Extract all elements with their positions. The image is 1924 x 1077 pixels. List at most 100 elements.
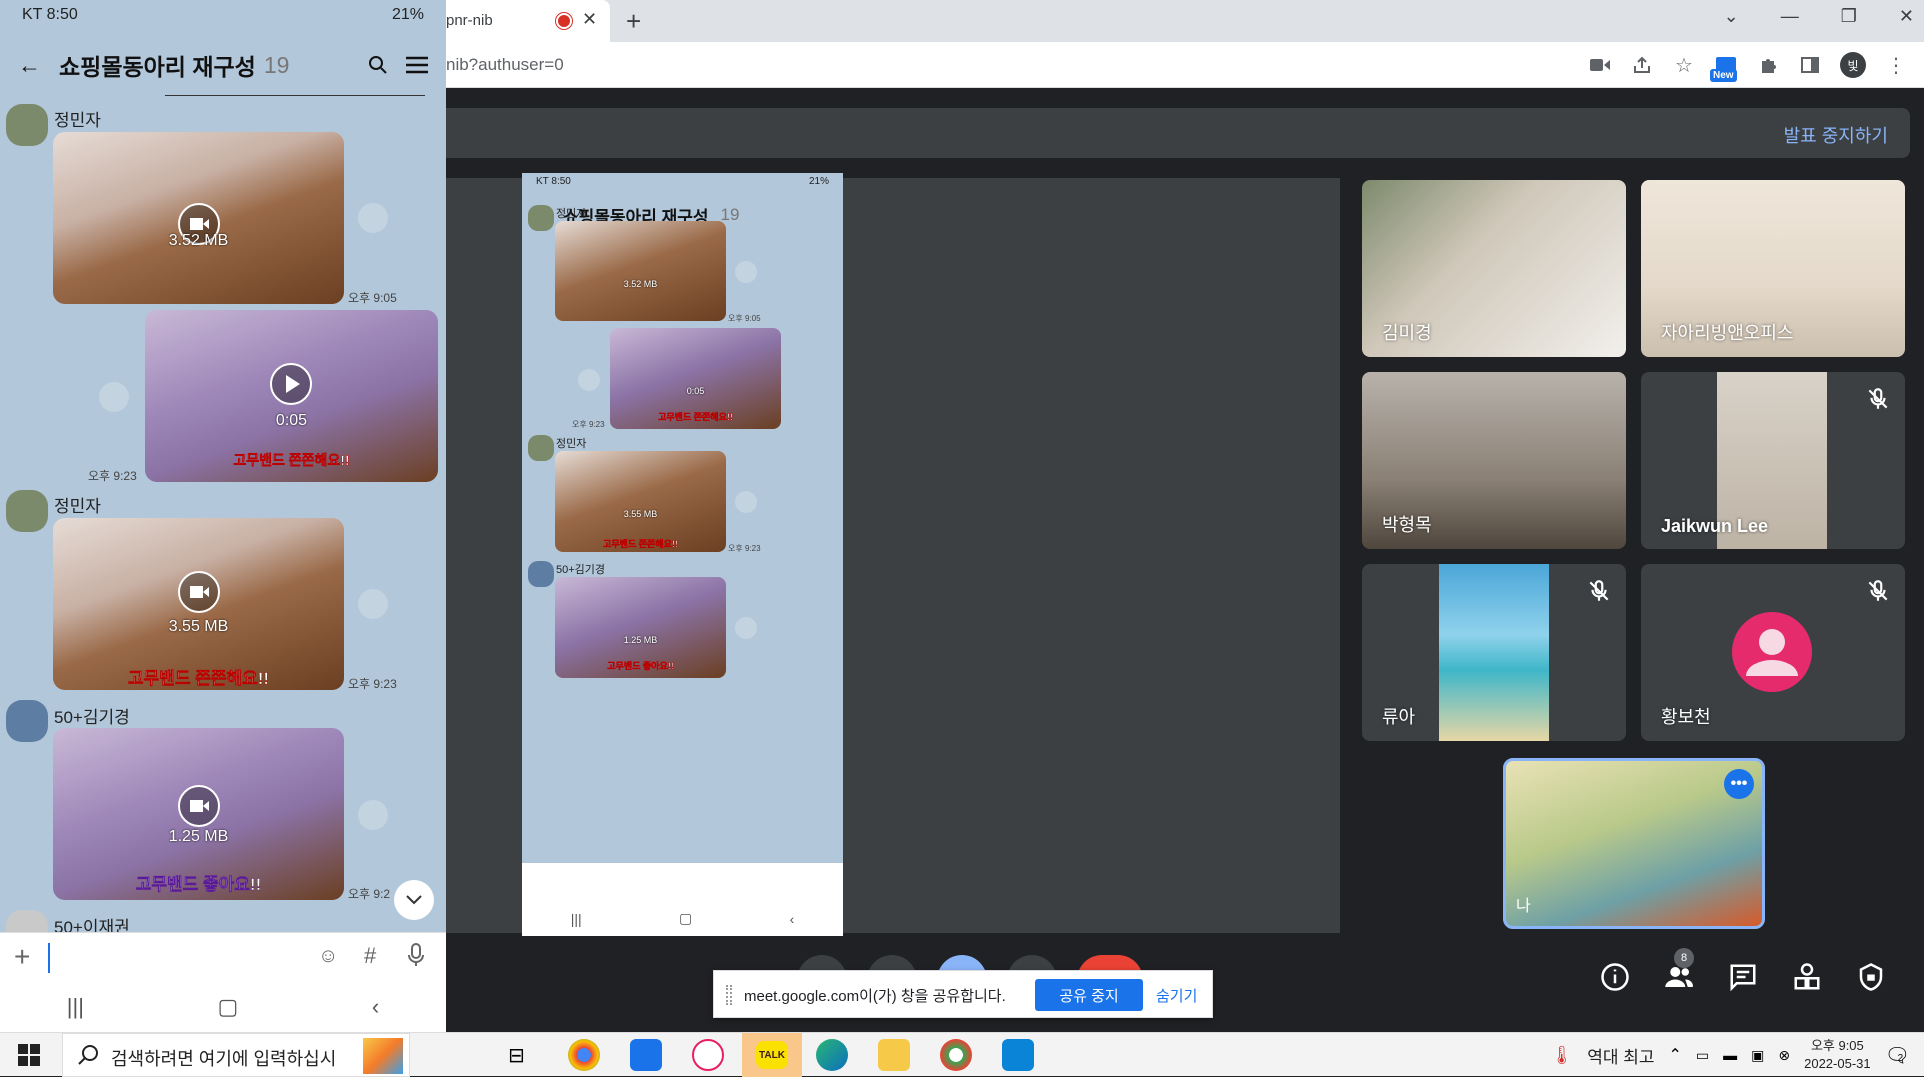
- share-icon[interactable]: [1630, 53, 1654, 77]
- chrome-profile-icon[interactable]: [940, 1039, 972, 1071]
- participant-video: [1439, 564, 1549, 741]
- sender-name: 정민자: [54, 497, 101, 516]
- new-badge: New: [1710, 69, 1737, 82]
- chevron-up-icon[interactable]: ⌃: [1669, 1045, 1682, 1065]
- puzzle-icon[interactable]: [1756, 53, 1780, 77]
- avatar: [6, 104, 48, 146]
- battery-icon[interactable]: ▬: [1723, 1047, 1737, 1063]
- new-tab-icon[interactable]: +: [626, 6, 641, 37]
- url-text[interactable]: nib?authuser=0: [446, 55, 564, 75]
- video-thumbnail[interactable]: 0:05 고무밴드 쫀쫀해요!!: [145, 310, 438, 482]
- minimize-icon[interactable]: —: [1781, 6, 1799, 27]
- share-icon[interactable]: [358, 800, 388, 830]
- hide-button[interactable]: 숨기기: [1156, 985, 1197, 1006]
- device-icon[interactable]: ▭: [1696, 1047, 1709, 1064]
- participant-tile[interactable]: 황보천: [1641, 564, 1905, 741]
- taskbar-search[interactable]: 검색하려면 여기에 입력하십시: [62, 1033, 410, 1077]
- back-icon[interactable]: ‹: [372, 994, 379, 1020]
- back-icon: ‹: [789, 910, 795, 927]
- video-size: 3.55 MB: [623, 509, 658, 519]
- share-icon[interactable]: [99, 382, 129, 412]
- back-arrow-icon[interactable]: ←: [18, 52, 41, 79]
- notification-count: 2: [1897, 1052, 1904, 1064]
- mute-icon[interactable]: ⊗: [1778, 1047, 1790, 1064]
- address-bar[interactable]: nib?authuser=0 ☆ New 빛 ⋮: [446, 42, 1924, 88]
- screen-share-notification: meet.google.com이(가) 창을 공유합니다. 공유 중지 숨기기: [713, 970, 1213, 1018]
- menu-dots-icon[interactable]: ⋮: [1884, 53, 1908, 77]
- participants-button[interactable]: 8: [1664, 948, 1694, 992]
- participant-name: 자아리빙앤오피스: [1661, 323, 1794, 343]
- chat-icon[interactable]: [1728, 962, 1758, 992]
- menu-icon[interactable]: [406, 56, 428, 74]
- drag-handle-icon[interactable]: [726, 985, 732, 1005]
- more-options-icon[interactable]: •••: [1724, 769, 1754, 799]
- file-explorer-icon[interactable]: [878, 1039, 910, 1071]
- android-nav-bar: ||| ▢ ‹: [0, 982, 446, 1032]
- restore-icon[interactable]: ❐: [1841, 6, 1857, 27]
- clock-time: 오후 9:05: [1810, 1038, 1864, 1053]
- chrome-icon[interactable]: [568, 1039, 600, 1071]
- notification-icon[interactable]: 🗨 2: [1885, 1043, 1910, 1068]
- video-thumbnail[interactable]: 1.25 MB 고무밴드 좋아요!!: [53, 728, 344, 900]
- network-icon[interactable]: ▣: [1751, 1047, 1764, 1064]
- video-thumbnail: 3.55 MB 고무밴드 쫀쫀해요!!: [555, 451, 726, 552]
- clock-date: 2022-05-31: [1804, 1056, 1871, 1071]
- microphone-icon[interactable]: [408, 943, 424, 967]
- recent-apps-icon: |||: [570, 910, 582, 927]
- participant-tile[interactable]: 류아: [1362, 564, 1626, 741]
- plus-icon[interactable]: +: [14, 941, 30, 973]
- kakaotalk-icon[interactable]: TALK: [742, 1033, 802, 1077]
- task-view-icon[interactable]: ⊟: [508, 1043, 525, 1068]
- participant-tile[interactable]: 김미경: [1362, 180, 1626, 357]
- clock[interactable]: 오후 9:05 2022-05-31: [1804, 1037, 1871, 1073]
- extension-new-icon[interactable]: New: [1710, 53, 1738, 82]
- info-icon[interactable]: [1600, 962, 1630, 992]
- share-message: meet.google.com이(가) 창을 공유합니다.: [744, 988, 1006, 1005]
- search-placeholder: 검색하려면 여기에 입력하십시: [111, 1049, 337, 1069]
- weather-text[interactable]: 역대 최고: [1587, 1043, 1654, 1068]
- message-time: 오후 9:05: [348, 291, 397, 305]
- sender-name: 정민자: [54, 111, 101, 130]
- status-bar: KT 8:50 21%: [522, 173, 843, 195]
- participant-tile[interactable]: 자아리빙앤오피스: [1641, 180, 1905, 357]
- share-icon[interactable]: [358, 589, 388, 619]
- home-icon[interactable]: ▢: [218, 994, 239, 1020]
- share-icon[interactable]: [358, 203, 388, 233]
- video-caption: 고무밴드 쫀쫀해요!!: [233, 452, 350, 469]
- itunes-icon[interactable]: [692, 1039, 724, 1071]
- search-icon[interactable]: [368, 55, 388, 75]
- windows-start-icon[interactable]: [18, 1044, 40, 1066]
- chevron-down-icon[interactable]: ⌄: [1724, 6, 1739, 27]
- participant-tile[interactable]: 박형목: [1362, 372, 1626, 549]
- stop-sharing-button[interactable]: 공유 중지: [1035, 979, 1143, 1011]
- side-panel-icon[interactable]: [1798, 53, 1822, 77]
- text-cursor: [48, 943, 50, 973]
- app-window-icon[interactable]: [1002, 1039, 1034, 1071]
- hashtag-icon[interactable]: #: [364, 943, 376, 969]
- close-window-icon[interactable]: ✕: [1899, 6, 1914, 27]
- stop-presenting-button[interactable]: 발표 중지하기: [1784, 122, 1888, 148]
- mic-off-icon: [1868, 388, 1888, 409]
- recent-apps-icon[interactable]: |||: [67, 994, 84, 1020]
- activities-icon[interactable]: [1792, 962, 1822, 992]
- scroll-down-button[interactable]: [394, 880, 434, 920]
- message-input[interactable]: + ☺ #: [0, 932, 446, 982]
- avatar: [6, 490, 48, 532]
- emoji-icon[interactable]: ☺: [318, 945, 338, 968]
- self-view-tile[interactable]: ••• 나: [1503, 758, 1765, 929]
- presented-phone-screen: KT 8:50 21% ← 쇼핑몰동아리 재구성 19 정민자 3.52 MB …: [522, 173, 843, 936]
- participant-tile[interactable]: Jaikwun Lee: [1641, 372, 1905, 549]
- browser-tab[interactable]: pnr-nib ✕: [446, 0, 610, 42]
- close-tab-icon[interactable]: ✕: [582, 9, 597, 30]
- video-thumbnail[interactable]: 3.52 MB: [53, 132, 344, 304]
- star-icon[interactable]: ☆: [1672, 53, 1696, 77]
- profile-avatar[interactable]: 빛: [1840, 52, 1866, 78]
- system-tray: 🌡 역대 최고 ⌃ ▭ ▬ ▣ ⊗ 오후 9:05 2022-05-31 🗨 2: [1550, 1033, 1924, 1077]
- camera-icon[interactable]: [1588, 53, 1612, 77]
- video-thumbnail[interactable]: 3.55 MB 고무밴드 쫀쫀해요!!: [53, 518, 344, 690]
- share-icon: [735, 491, 757, 513]
- message-time: 오후 9:23: [572, 420, 605, 429]
- host-controls-icon[interactable]: [1856, 962, 1886, 992]
- store-icon[interactable]: [630, 1039, 662, 1071]
- edge-icon[interactable]: [816, 1039, 848, 1071]
